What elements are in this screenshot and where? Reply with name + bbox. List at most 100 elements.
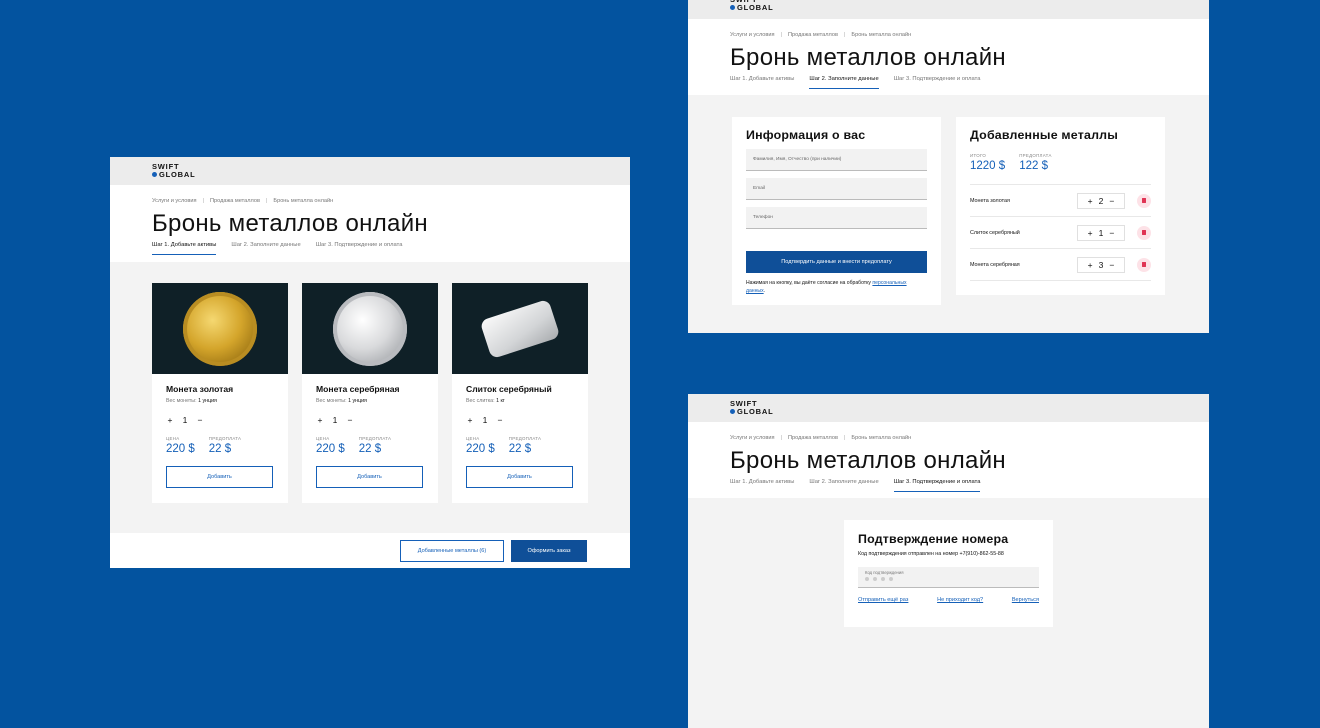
page-title: Бронь металлов онлайн bbox=[730, 44, 1006, 71]
breadcrumb-item[interactable]: Услуги и условия bbox=[730, 32, 775, 38]
delete-button[interactable] bbox=[1137, 257, 1151, 272]
tab-step-3[interactable]: Шаг 3. Подтверждение и оплата bbox=[893, 479, 981, 492]
quantity-stepper: +1− bbox=[466, 413, 574, 427]
header-bar: SWIFT GLOBAL bbox=[110, 157, 630, 185]
price-label: ЦЕНА bbox=[466, 436, 480, 441]
breadcrumb-item[interactable]: Бронь металла онлайн bbox=[851, 32, 911, 38]
breadcrumb-item[interactable]: Продажа металлов bbox=[788, 435, 838, 441]
panel-title: Добавленные металлы bbox=[970, 128, 1119, 142]
breadcrumb-separator: | bbox=[780, 435, 782, 441]
logo[interactable]: SWIFT GLOBAL bbox=[730, 0, 773, 12]
product-weight: Вес монеты: 1 унция bbox=[316, 398, 424, 404]
delete-button[interactable] bbox=[1137, 193, 1151, 208]
tab-step-1[interactable]: Шаг 1. Добавьте активы bbox=[730, 479, 794, 492]
added-metals-button[interactable]: Добавленные металлы (6) bbox=[400, 540, 504, 562]
breadcrumb-separator: | bbox=[265, 198, 268, 204]
breadcrumb-separator: | bbox=[843, 435, 846, 441]
metal-name: Слиток серебряный bbox=[970, 229, 1020, 236]
place-order-button[interactable]: Оформить заказ bbox=[511, 540, 587, 562]
breadcrumb-item[interactable]: Бронь металла онлайн bbox=[851, 435, 911, 441]
back-link[interactable]: Вернуться bbox=[1012, 597, 1039, 603]
add-button[interactable]: Добавить bbox=[466, 466, 573, 488]
no-code-link[interactable]: Не приходит код? bbox=[937, 597, 983, 603]
added-metals-panel: Добавленные металлы ИТОГО 1220 $ ПРЕДОПЛА… bbox=[956, 117, 1165, 295]
quantity-stepper: +2− bbox=[1077, 192, 1125, 209]
confirm-and-prepay-button[interactable]: Подтвердить данные и внести предоплату bbox=[746, 251, 927, 273]
price-value: 220 $ bbox=[316, 443, 345, 455]
personal-info-form: Информация о вас Фамилия, Имя, Отчество … bbox=[732, 117, 941, 305]
minus-icon[interactable]: − bbox=[1109, 228, 1114, 238]
product-image bbox=[302, 283, 438, 374]
prepay-label: ПРЕДОПЛАТА bbox=[358, 436, 392, 441]
full-name-field[interactable]: Фамилия, Имя, Отчество (при наличии) bbox=[746, 149, 927, 171]
page-header: Услуги и условия | Продажа металлов | Бронь … bbox=[688, 19, 1209, 95]
tab-step-3[interactable]: Шаг 3. Подтверждение и оплата bbox=[894, 76, 981, 89]
plus-icon[interactable]: + bbox=[316, 415, 324, 425]
logo-line2: GLOBAL bbox=[737, 407, 774, 416]
minus-icon[interactable]: − bbox=[1109, 260, 1114, 270]
quantity-value: 1 bbox=[1098, 227, 1104, 238]
breadcrumb-separator: | bbox=[780, 32, 782, 38]
metals-list: Монета золотая +2− Слиток серебряный +1−… bbox=[970, 184, 1151, 281]
prepay-label: ПРЕДОПЛАТА bbox=[1019, 153, 1052, 158]
tab-step-3[interactable]: Шаг 3. Подтверждение и оплата bbox=[316, 242, 403, 255]
consent-end: . bbox=[763, 288, 766, 294]
breadcrumb-item[interactable]: Услуги и условия bbox=[152, 198, 197, 204]
weight-value: 1 унция bbox=[198, 398, 217, 404]
plus-icon[interactable]: + bbox=[1088, 228, 1093, 238]
plus-icon[interactable]: + bbox=[1088, 260, 1093, 270]
code-dots bbox=[865, 577, 1032, 581]
tab-step-2[interactable]: Шаг 2. Заполните данные bbox=[809, 479, 878, 492]
total-label: ИТОГО bbox=[970, 153, 987, 158]
phone-field[interactable]: Телефон bbox=[746, 207, 927, 229]
breadcrumb-item[interactable]: Продажа металлов bbox=[210, 198, 260, 204]
weight-label: Вес монеты: bbox=[316, 398, 347, 404]
quantity-value: 1 bbox=[332, 415, 338, 425]
logo-line2: GLOBAL bbox=[159, 170, 196, 179]
breadcrumb-item[interactable]: Бронь металла онлайн bbox=[273, 198, 333, 204]
add-button[interactable]: Добавить bbox=[316, 466, 423, 488]
step2-screen: SWIFT GLOBAL Услуги и условия | Продажа ме… bbox=[688, 0, 1209, 333]
weight-label: Вес монеты: bbox=[166, 398, 197, 404]
minus-icon[interactable]: − bbox=[196, 415, 204, 425]
tab-step-2[interactable]: Шаг 2. Заполните данные bbox=[231, 242, 300, 255]
prepay-value: 22 $ bbox=[208, 443, 232, 455]
logo-line2: GLOBAL bbox=[737, 3, 774, 12]
code-label: Код подтверждения bbox=[865, 570, 904, 575]
header-bar: SWIFT GLOBAL bbox=[688, 394, 1209, 422]
tab-step-1[interactable]: Шаг 1. Добавьте активы bbox=[730, 76, 794, 89]
quantity-stepper: +1− bbox=[166, 413, 274, 427]
plus-icon[interactable]: + bbox=[466, 415, 474, 425]
prepay-value: 122 $ bbox=[1019, 160, 1048, 172]
tab-step-2[interactable]: Шаг 2. Заполните данные bbox=[809, 76, 879, 89]
logo[interactable]: SWIFT GLOBAL bbox=[730, 400, 773, 416]
quantity-value: 2 bbox=[1098, 195, 1104, 206]
breadcrumb-item[interactable]: Услуги и условия bbox=[730, 435, 775, 441]
delete-button[interactable] bbox=[1137, 225, 1151, 240]
price-value: 220 $ bbox=[166, 443, 195, 455]
code-input[interactable]: Код подтверждения bbox=[858, 567, 1039, 588]
minus-icon[interactable]: − bbox=[496, 415, 504, 425]
weight-value: 1 унция bbox=[348, 398, 367, 404]
metal-name: Монета серебряная bbox=[970, 261, 1020, 268]
add-button[interactable]: Добавить bbox=[166, 466, 273, 488]
product-image bbox=[452, 283, 588, 374]
plus-icon[interactable]: + bbox=[166, 415, 174, 425]
step3-screen: SWIFT GLOBAL Услуги и условия | Продажа ме… bbox=[688, 394, 1209, 728]
step-tabs: Шаг 1. Добавьте активы Шаг 2. Заполните … bbox=[730, 479, 1167, 492]
breadcrumb-item[interactable]: Продажа металлов bbox=[788, 32, 838, 38]
consent-text: Нажимая на кнопку, вы даёте согласие на … bbox=[746, 279, 927, 295]
logo-dot-icon bbox=[730, 409, 735, 414]
minus-icon[interactable]: − bbox=[346, 415, 354, 425]
email-field[interactable]: Email bbox=[746, 178, 927, 200]
consent-label: Нажимая на кнопку, вы даёте согласие на … bbox=[746, 280, 871, 286]
resend-link[interactable]: Отправить ещё раз bbox=[858, 597, 908, 603]
plus-icon[interactable]: + bbox=[1088, 196, 1093, 206]
product-card: Слиток серебряный Вес слитка: 1 кг +1− Ц… bbox=[452, 283, 588, 503]
product-weight: Вес слитка: 1 кг bbox=[466, 398, 574, 404]
product-name: Монета серебряная bbox=[316, 384, 400, 394]
logo[interactable]: SWIFT GLOBAL bbox=[152, 163, 195, 179]
tab-step-1[interactable]: Шаг 1. Добавьте активы bbox=[152, 242, 217, 255]
minus-icon[interactable]: − bbox=[1109, 196, 1114, 206]
product-name: Монета золотая bbox=[166, 384, 234, 394]
